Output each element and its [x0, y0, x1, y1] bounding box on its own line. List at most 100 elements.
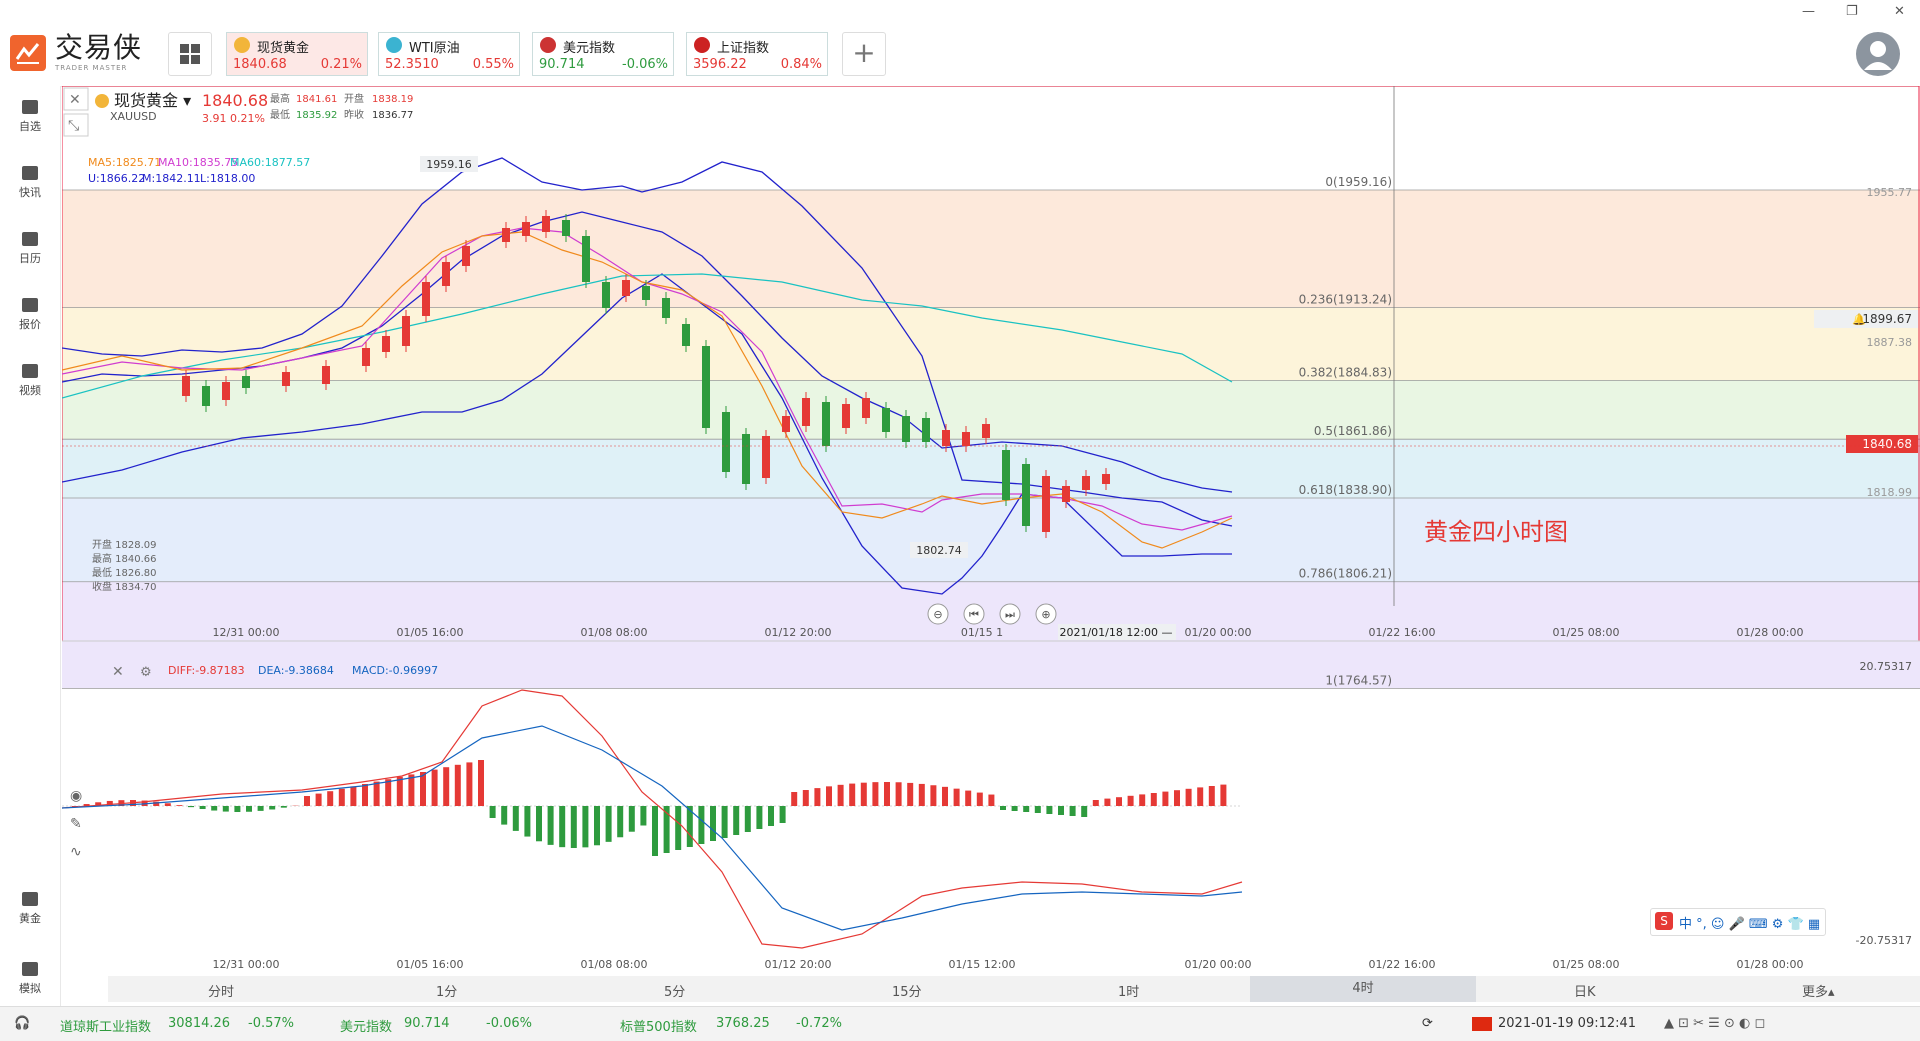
- candle-body: [962, 432, 970, 446]
- boll-l-label: L:1818.00: [200, 172, 255, 185]
- ticker-icon: [540, 37, 556, 53]
- macd-time-tick: 01/05 16:00: [397, 958, 464, 971]
- sidebar-item-6[interactable]: 模拟: [0, 962, 60, 996]
- clock-icon[interactable]: ⟳: [1422, 1016, 1433, 1031]
- macd-bar: [745, 806, 751, 832]
- macd-time-tick: 01/25 08:00: [1553, 958, 1620, 971]
- zoom-icon-0: ⊖: [933, 608, 942, 621]
- macd-bar: [780, 806, 786, 823]
- macd-bar: [1046, 806, 1052, 814]
- macd-top: 20.75317: [1860, 660, 1913, 673]
- ticker-icon: [234, 37, 250, 53]
- boll-m-label: M:1842.11: [142, 172, 201, 185]
- close-window-icon[interactable]: ✕: [1894, 4, 1905, 19]
- label-low: 最低: [270, 108, 290, 121]
- video-icon: [22, 364, 38, 378]
- sidebar-item-4[interactable]: 视频: [0, 364, 60, 398]
- macd-bar: [582, 806, 588, 847]
- macd-bar: [1081, 806, 1087, 817]
- left-sidebar: 自选快讯日历报价视频黄金模拟: [0, 86, 61, 1006]
- instrument-code: XAUUSD: [110, 110, 157, 123]
- sidebar-item-3[interactable]: 报价: [0, 298, 60, 332]
- candle-body: [242, 376, 250, 388]
- macd-bottom: -20.75317: [1856, 934, 1912, 947]
- period-tab-6[interactable]: 日K: [1574, 981, 1596, 1000]
- macd-bar: [200, 806, 206, 809]
- macd-bar: [617, 806, 623, 837]
- ma5-label: MA5:1825.71: [88, 156, 161, 169]
- candle-body: [922, 418, 930, 442]
- tray-icons[interactable]: ▲ ⊡ ✂ ☰ ⊙ ◐ ◻: [1664, 1016, 1765, 1031]
- macd-bar: [1035, 806, 1041, 813]
- period-bar: 分时 1分 5分 15分 1时 4时 日K 更多▴: [108, 976, 1920, 1002]
- user-avatar[interactable]: [1856, 32, 1900, 76]
- index-change: -0.06%: [486, 1016, 532, 1031]
- ticker-1[interactable]: WTI原油52.35100.55%: [378, 32, 520, 76]
- ticker-2[interactable]: 美元指数90.714-0.06%: [532, 32, 674, 76]
- sidebar-item-2[interactable]: 日历: [0, 232, 60, 266]
- time-tick: 01/15 1: [961, 626, 1003, 639]
- layout-grid-button[interactable]: [168, 32, 212, 76]
- candle-body: [402, 316, 410, 346]
- candle-body: [842, 404, 850, 428]
- macd-bar: [339, 789, 345, 806]
- candle-body: [522, 222, 530, 236]
- macd-bar: [930, 785, 936, 806]
- index-name[interactable]: 标普500指数: [620, 1016, 697, 1035]
- input-method-toolbar[interactable]: S 中 °, ☺ 🎤 ⌨ ⚙ 👕 ▦: [1650, 908, 1826, 936]
- sidebar-item-5[interactable]: 黄金: [0, 892, 60, 926]
- ticker-change: -0.06%: [622, 57, 668, 72]
- candle-body: [882, 408, 890, 432]
- restore-icon[interactable]: ❐: [1846, 4, 1858, 19]
- value-prev: 1836.77: [372, 110, 413, 121]
- candle-body: [222, 382, 230, 400]
- fib-label: 0(1959.16): [1325, 175, 1392, 189]
- candle-body: [702, 346, 710, 428]
- boll-u-label: U:1866.22: [88, 172, 145, 185]
- logo-title: 交易侠: [55, 34, 142, 62]
- macd-bar: [455, 765, 461, 806]
- price-current: 1840.68: [1862, 437, 1912, 451]
- price-1899: 1899.67: [1862, 312, 1912, 326]
- news-icon: [22, 166, 38, 180]
- chart-area[interactable]: 0(1959.16)0.236(1913.24)0.382(1884.83)0.…: [62, 86, 1920, 1000]
- period-tab-0[interactable]: 分时: [208, 981, 234, 1000]
- label-open: 开盘: [344, 92, 364, 105]
- candle-body: [1082, 476, 1090, 490]
- headset-icon[interactable]: 🎧: [14, 1016, 30, 1031]
- index-name[interactable]: 美元指数: [340, 1016, 392, 1035]
- macd-time-tick: 01/12 20:00: [765, 958, 832, 971]
- add-ticker-button[interactable]: +: [842, 32, 886, 76]
- macd-bar: [1197, 787, 1203, 806]
- period-tab-1[interactable]: 1分: [436, 981, 457, 1000]
- minimize-icon[interactable]: —: [1802, 4, 1815, 19]
- period-tab-7[interactable]: 更多▴: [1802, 981, 1835, 1000]
- macd-bar: [1093, 800, 1099, 806]
- macd-bar: [675, 806, 681, 850]
- sidebar-item-0[interactable]: 自选: [0, 100, 60, 134]
- price-1887: 1887.38: [1867, 336, 1913, 349]
- sidebar-item-1[interactable]: 快讯: [0, 166, 60, 200]
- candle-body: [982, 424, 990, 438]
- macd-bar: [223, 806, 229, 812]
- period-tab-5[interactable]: 4时: [1250, 976, 1476, 1002]
- period-tab-2[interactable]: 5分: [664, 981, 685, 1000]
- ticker-3[interactable]: 上证指数3596.220.84%: [686, 32, 828, 76]
- macd-bar: [350, 786, 356, 806]
- macd-time-tick: 01/22 16:00: [1369, 958, 1436, 971]
- macd-bar: [559, 806, 565, 847]
- macd-time-tick: 12/31 00:00: [213, 958, 280, 971]
- macd-bar: [1151, 793, 1157, 806]
- macd-bar: [965, 791, 971, 806]
- period-tab-3[interactable]: 15分: [892, 981, 922, 1000]
- macd-bar: [234, 806, 240, 812]
- macd-bar: [722, 806, 728, 838]
- period-tab-4[interactable]: 1时: [1118, 981, 1139, 1000]
- zoom-icon-3: ⊕: [1041, 608, 1050, 621]
- chart-canvas[interactable]: 0(1959.16)0.236(1913.24)0.382(1884.83)0.…: [62, 86, 1920, 976]
- fib-band: [62, 190, 1920, 308]
- ticker-0[interactable]: 现货黄金1840.680.21%: [226, 32, 368, 76]
- index-name[interactable]: 道琼斯工业指数: [60, 1016, 151, 1035]
- clock-time: 2021-01-19 09:12:41: [1498, 1016, 1636, 1031]
- candle-body: [282, 372, 290, 386]
